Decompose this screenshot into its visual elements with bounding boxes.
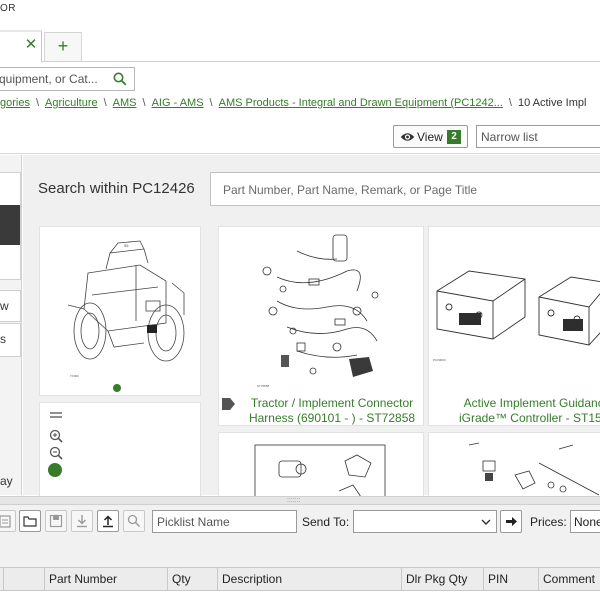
search-icon[interactable]: [113, 72, 127, 86]
column-header-dlr-pkg-qty[interactable]: Dlr Pkg Qty: [402, 567, 484, 591]
svg-text:55: 55: [124, 243, 129, 248]
diagram-image-4: [254, 444, 386, 501]
diagram-card-harness[interactable]: ST72858 Tractor / Implement Connector Ha…: [218, 226, 424, 426]
card-caption-line-2: iGrade™ Controller - ST1533: [458, 411, 600, 425]
search-within-input[interactable]: [223, 181, 593, 199]
narrow-list-input[interactable]: Narrow list: [476, 125, 600, 148]
breadcrumb-item-categories[interactable]: gories: [0, 97, 30, 109]
left-panel-text: ay: [0, 474, 13, 488]
page-thumbnail[interactable]: [0, 172, 21, 280]
view-button-label: View: [417, 130, 443, 144]
svg-text:PC00000: PC00000: [433, 358, 446, 362]
download-icon: [77, 515, 87, 528]
save-icon: [49, 514, 63, 528]
menu-icon[interactable]: [49, 409, 63, 423]
left-panel-button-2[interactable]: s: [0, 323, 21, 357]
send-to-select[interactable]: [353, 510, 497, 533]
window-title-bar: OR: [0, 0, 600, 22]
splitter-grip-icon: :::::::: [287, 497, 301, 504]
open-picklist-button[interactable]: [19, 510, 41, 532]
breadcrumb-separator: \: [508, 97, 512, 109]
column-header-part-number[interactable]: Part Number: [45, 567, 168, 591]
tab-close-icon[interactable]: ✕: [24, 37, 38, 53]
new-tab-button[interactable]: +: [44, 32, 82, 61]
column-header-index[interactable]: [4, 567, 45, 591]
arrow-right-icon: [506, 517, 517, 526]
chevron-down-icon: [481, 519, 491, 525]
prices-label: Prices:: [530, 515, 567, 529]
send-go-button[interactable]: [500, 510, 522, 533]
selected-indicator: [113, 384, 121, 392]
picklist-name-box: [152, 510, 297, 533]
column-header-qty[interactable]: Qty: [168, 567, 218, 591]
upload-button[interactable]: [97, 510, 119, 532]
clipboard-icon: [0, 515, 11, 528]
global-search-box: [0, 67, 135, 91]
view-count-badge: 2: [447, 130, 461, 144]
breadcrumb: gories \ Agriculture \ AMS \ AIG - AMS \ AMS Pro…: [0, 97, 600, 115]
tab-strip: [0, 28, 600, 62]
column-header-pin[interactable]: PIN: [484, 567, 539, 591]
eye-icon: [400, 133, 415, 141]
column-header-description[interactable]: Description: [218, 567, 402, 591]
global-search-input[interactable]: [0, 70, 107, 88]
tractor-diagram-image: 55 TX000: [67, 240, 185, 378]
prices-select[interactable]: None: [570, 510, 600, 533]
diagram-card-5[interactable]: [428, 432, 600, 502]
search-within-title: Search within PC12426: [38, 180, 195, 197]
left-panel-button-1[interactable]: w: [0, 290, 21, 322]
search-within-box: [210, 172, 600, 206]
diagram-card-tractor[interactable]: 55 TX000: [39, 226, 201, 396]
picklist-name-input[interactable]: [157, 514, 292, 530]
image-navigation-panel: [39, 402, 201, 502]
picklist-table-body: [0, 591, 600, 600]
save-picklist-button[interactable]: [45, 510, 67, 532]
breadcrumb-item-aig-ams[interactable]: AIG - AMS: [152, 97, 204, 109]
breadcrumb-separator: \: [142, 97, 146, 109]
view-button[interactable]: View 2: [393, 125, 468, 148]
zoom-out-icon[interactable]: [49, 446, 63, 460]
picklist-search-button[interactable]: [123, 510, 145, 532]
card-caption-controller[interactable]: Active Implement Guidance iGrade™ Contro…: [437, 396, 600, 426]
svg-text:TX000: TX000: [70, 374, 79, 378]
card-caption-line-1: Active Implement Guidance: [463, 396, 600, 410]
column-header-comment[interactable]: Comment: [539, 567, 600, 591]
svg-text:ST72858: ST72858: [257, 384, 270, 388]
folder-icon: [23, 516, 37, 527]
panel-splitter[interactable]: :::::::: [0, 496, 600, 505]
diagram-card-4[interactable]: [218, 432, 424, 502]
card-caption-harness[interactable]: Tractor / Implement Connector Harness (6…: [237, 396, 427, 426]
breadcrumb-separator: \: [35, 97, 40, 109]
upload-icon: [103, 515, 113, 528]
diagram-card-controller[interactable]: PC00000 Active Implement Guidance iGrade…: [428, 226, 600, 426]
breadcrumb-item-ams-products[interactable]: AMS Products - Integral and Drawn Equipm…: [219, 97, 503, 109]
clipboard-button[interactable]: [0, 510, 16, 532]
breadcrumb-current: 10 Active Impl: [517, 97, 587, 109]
controller-diagram-image: PC00000: [433, 270, 600, 362]
zoom-in-icon[interactable]: [49, 429, 63, 443]
tag-icon: [222, 398, 235, 410]
diagram-image-5: [468, 442, 600, 496]
fit-view-icon[interactable]: [48, 463, 62, 477]
send-to-label: Send To:: [302, 515, 350, 529]
search-icon: [127, 514, 141, 528]
breadcrumb-item-ams[interactable]: AMS: [113, 97, 137, 109]
window-title: OR: [0, 3, 16, 14]
harness-diagram-image: ST72858: [257, 234, 379, 388]
thumbnail-image: [0, 205, 20, 245]
breadcrumb-separator: \: [209, 97, 213, 109]
breadcrumb-separator: \: [103, 97, 107, 109]
breadcrumb-item-agriculture[interactable]: Agriculture: [45, 97, 98, 109]
download-button[interactable]: [71, 510, 93, 532]
